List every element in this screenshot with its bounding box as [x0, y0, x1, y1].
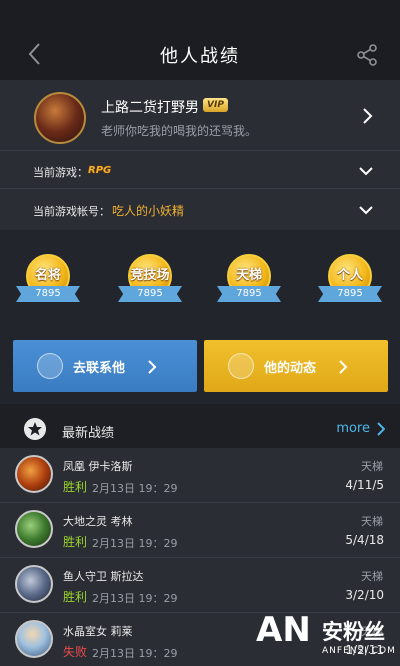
- app-header: 他人战绩: [0, 0, 400, 80]
- hero-avatar: [15, 565, 53, 603]
- contact-icon: [37, 353, 63, 379]
- hero-avatar: [15, 620, 53, 658]
- badge-title: 名将: [34, 268, 61, 283]
- chevron-down-icon[interactable]: [358, 166, 374, 176]
- chevron-right-icon: [148, 360, 157, 374]
- recent-matches-header: 最新战绩 more: [0, 410, 400, 448]
- player-name: 上路二货打野男: [101, 100, 199, 116]
- badge-title: 个人: [336, 268, 363, 283]
- hero-name: 凤凰 伊卡洛斯: [63, 460, 133, 473]
- badge-personal[interactable]: 个人 7895: [318, 254, 382, 312]
- match-mode: 天梯: [361, 460, 383, 473]
- hero-avatar: [15, 510, 53, 548]
- vip-badge: VIP: [203, 98, 228, 112]
- chevron-down-icon[interactable]: [358, 205, 374, 215]
- match-kda: 3/2/10: [345, 588, 384, 602]
- badge-mingjiang[interactable]: 名将 7895: [16, 254, 80, 312]
- star-icon: [228, 353, 254, 379]
- badge-value: 7895: [118, 286, 182, 302]
- site-watermark: AN 安粉丝 ANFENSI.COM: [250, 606, 400, 666]
- star-icon: [24, 418, 46, 440]
- match-result: 胜利: [63, 535, 88, 549]
- game-logo: RPG: [88, 165, 112, 176]
- chevron-right-icon: [339, 360, 348, 374]
- activity-button[interactable]: 他的动态: [204, 340, 388, 392]
- hero-avatar: [15, 455, 53, 493]
- watermark-text: 安粉丝: [322, 620, 385, 644]
- hero-name: 鱼人守卫 斯拉达: [63, 570, 144, 583]
- divider: [0, 188, 400, 189]
- rank-badges: 名将 7895 竞技场 7895 天梯 7895 个人 7895: [0, 230, 400, 318]
- match-row[interactable]: 鱼人守卫 斯拉达 胜利 2月13日 19：29 天梯 3/2/10: [0, 558, 400, 612]
- match-time: 2月13日 19：29: [92, 592, 178, 605]
- chevron-right-icon[interactable]: [361, 107, 373, 125]
- match-time: 2月13日 19：29: [92, 482, 178, 495]
- contact-label: 去联系他: [73, 361, 126, 376]
- match-time: 2月13日 19：29: [92, 537, 178, 550]
- badge-title: 竞技场: [130, 268, 170, 283]
- share-icon[interactable]: [356, 44, 378, 66]
- match-row[interactable]: 大地之灵 考林 胜利 2月13日 19：29 天梯 5/4/18: [0, 503, 400, 557]
- match-mode: 天梯: [361, 570, 383, 583]
- chevron-right-icon[interactable]: [376, 422, 385, 436]
- section-title: 最新战绩: [62, 426, 115, 441]
- hero-name: 大地之灵 考林: [63, 515, 133, 528]
- contact-button[interactable]: 去联系他: [13, 340, 197, 392]
- action-buttons: 去联系他 他的动态: [0, 318, 400, 404]
- match-time: 2月13日 19：29: [92, 647, 178, 660]
- profile-card[interactable]: 上路二货打野男 VIP 老师你吃我的喝我的还骂我。 当前游戏： RPG 当前游戏…: [0, 80, 400, 230]
- divider: [0, 150, 400, 151]
- avatar: [34, 92, 86, 144]
- badge-ladder[interactable]: 天梯 7895: [217, 254, 281, 312]
- current-account-label: 当前游戏帐号：: [33, 205, 110, 218]
- page-title: 他人战绩: [160, 46, 240, 67]
- match-row[interactable]: 凤凰 伊卡洛斯 胜利 2月13日 19：29 天梯 4/11/5: [0, 448, 400, 502]
- badge-value: 7895: [16, 286, 80, 302]
- hero-name: 水晶室女 莉莱: [63, 625, 133, 638]
- match-result: 胜利: [63, 480, 88, 494]
- watermark-logo: AN: [256, 610, 311, 650]
- match-result: 失败: [63, 645, 88, 659]
- activity-label: 他的动态: [264, 361, 317, 376]
- badge-title: 天梯: [235, 268, 262, 283]
- match-result: 胜利: [63, 590, 88, 604]
- badge-value: 7895: [217, 286, 281, 302]
- player-signature: 老师你吃我的喝我的还骂我。: [101, 124, 258, 138]
- more-link[interactable]: more: [336, 421, 370, 436]
- current-game-label: 当前游戏：: [33, 166, 88, 179]
- badge-value: 7895: [318, 286, 382, 302]
- watermark-url: ANFENSI.COM: [322, 646, 396, 656]
- match-kda: 4/11/5: [345, 478, 384, 492]
- match-mode: 天梯: [361, 515, 383, 528]
- badge-arena[interactable]: 竞技场 7895: [118, 254, 182, 312]
- current-account-value: 吃人的小妖精: [112, 204, 185, 218]
- match-kda: 5/4/18: [345, 533, 384, 547]
